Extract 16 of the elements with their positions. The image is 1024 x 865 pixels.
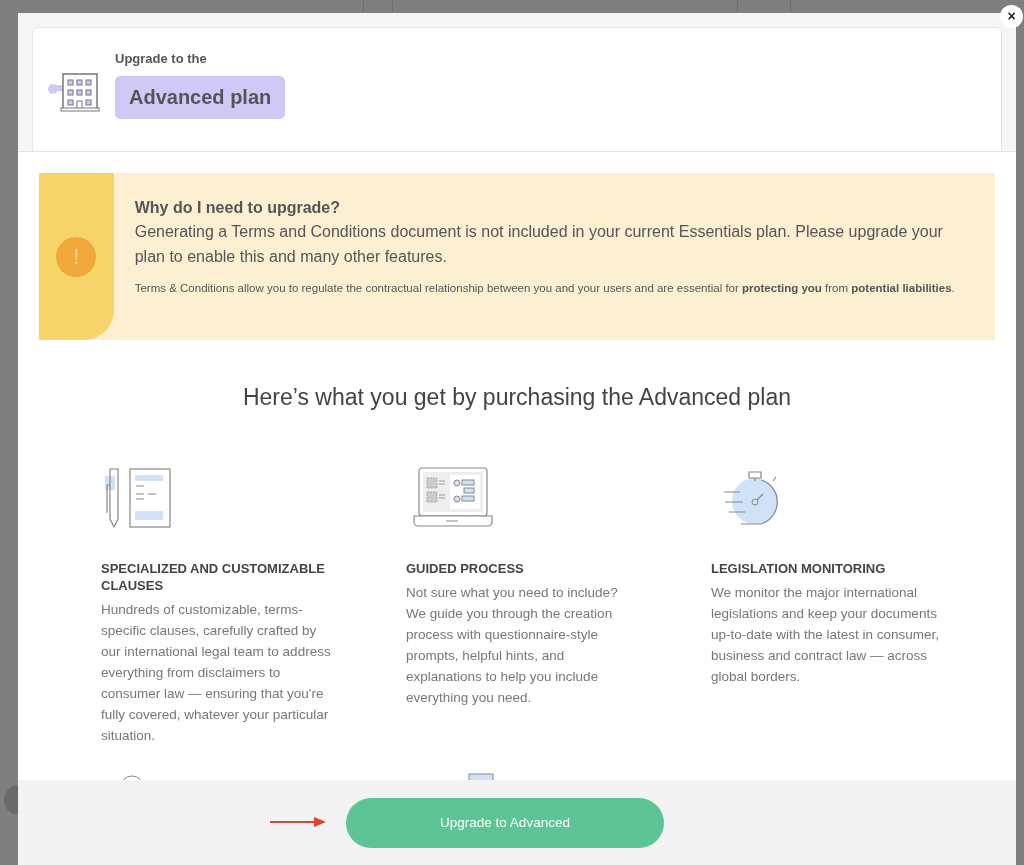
feature-description: Hundreds of customizable, terms-specific clauses, carefully crafted by our international legal team to address everything from disclaimers to consumer law — ensuring that you're fully covered, whatever your particular situation. xyxy=(101,601,331,745)
feature-title: LEGISLATION MONITORING xyxy=(711,560,887,577)
warning-icon: ! xyxy=(56,236,97,277)
feature-title: GUIDED PROCESS xyxy=(406,560,525,577)
feature-title: SPECIALIZED AND CUSTOMIZABLE CLAUSES xyxy=(101,560,326,594)
close-button[interactable]: × xyxy=(1000,5,1023,28)
notice-title: Why do I need to upgrade? xyxy=(134,199,342,217)
building-icon xyxy=(47,70,101,113)
feature-description: Not sure what you need to include? We guide you through the creation process with questionnaire-style prompts, helpful hints, and explanations to help you include everything you need. xyxy=(406,584,619,707)
notice-note: Terms & Conditions allow you to regulate the contractual relationship between you and your users and are essential for protecting you from potential liabilities. xyxy=(134,281,956,296)
arrow-icon xyxy=(270,817,326,827)
feature-description: We monitor the major international legislations and keep your documents up-to-date with the latest in consumer, business and contract law — across global borders. xyxy=(711,584,941,686)
section-heading: Here’s what you get by purchasing the Advanced plan xyxy=(241,384,793,411)
upgrade-label: Upgrade to the xyxy=(115,50,208,66)
plan-badge: Advanced plan xyxy=(115,75,286,119)
notice-message: Generating a Terms and Conditions document is not included in your current Essentials plan. Please upgrade your plan to enable this and many other features. xyxy=(134,222,944,267)
